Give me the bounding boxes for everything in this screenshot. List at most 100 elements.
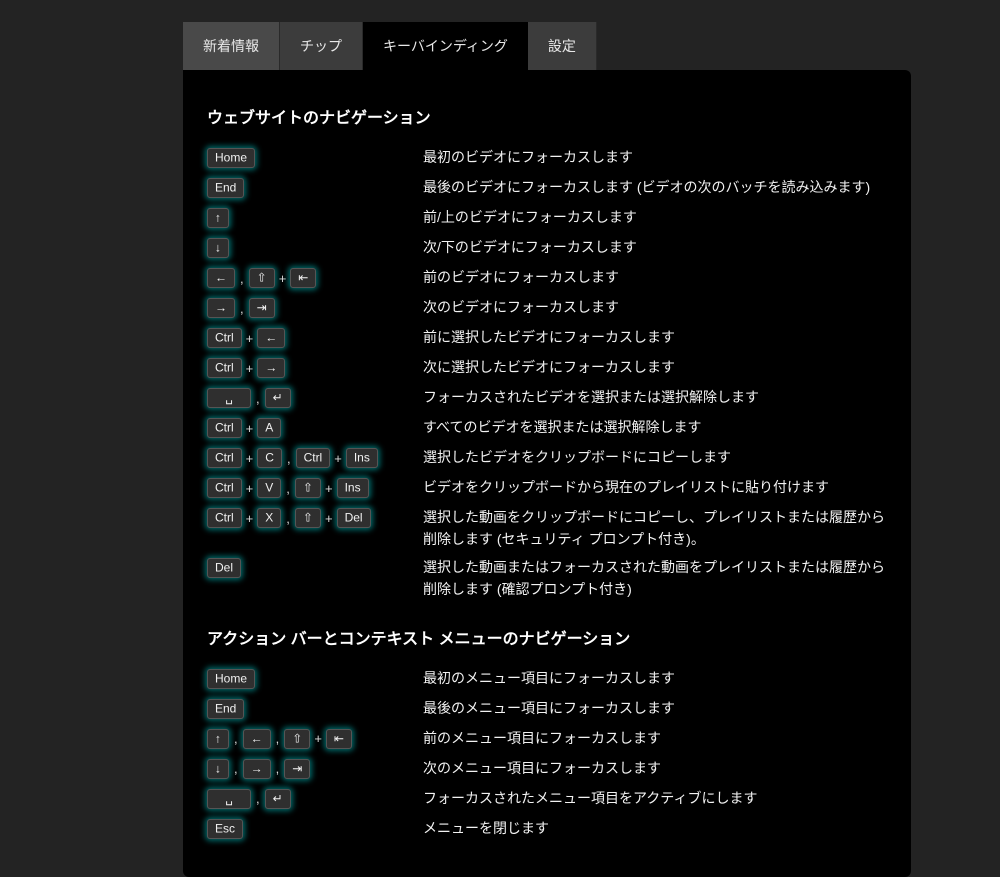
key-↓: ↓ <box>207 238 229 258</box>
keybinding-description: 前に選択したビデオにフォーカスします <box>423 326 887 349</box>
key-Ctrl: Ctrl <box>207 358 242 378</box>
combo-separator: , <box>229 761 243 776</box>
key-⇤: ⇤ <box>290 268 316 288</box>
key-Ins: Ins <box>337 478 369 498</box>
keybindings-content: ウェブサイトのナビゲーションHome最初のビデオにフォーカスしますEnd最後のビ… <box>183 70 911 877</box>
key-␣: ␣ <box>207 388 251 408</box>
key-joiner: + <box>242 511 258 526</box>
key-⇧: ⇧ <box>249 268 275 288</box>
key-joiner: + <box>330 451 346 466</box>
key-Ctrl: Ctrl <box>207 508 242 528</box>
keybinding-row: Ctrl+→ 次に選択したビデオにフォーカスします <box>207 356 887 380</box>
combo-separator: , <box>281 511 295 526</box>
combo-separator: , <box>229 731 243 746</box>
key-Del: Del <box>337 508 371 528</box>
key-Ins: Ins <box>346 448 378 468</box>
keybinding-row: ↓ 次/下のビデオにフォーカスします <box>207 236 887 260</box>
key-combo: End <box>207 176 423 200</box>
key-C: C <box>257 448 282 468</box>
key-→: → <box>207 298 235 318</box>
keybinding-row: ␣,↵フォーカスされたメニュー項目をアクティブにします <box>207 787 887 811</box>
keybinding-description: フォーカスされたビデオを選択または選択解除します <box>423 386 887 409</box>
key-Del: Del <box>207 558 241 578</box>
keybinding-row: Ctrl+←前に選択したビデオにフォーカスします <box>207 326 887 350</box>
key-joiner: + <box>242 481 258 496</box>
key-→: → <box>257 358 285 378</box>
key-End: End <box>207 699 244 719</box>
key-joiner: + <box>321 481 337 496</box>
key-Esc: Esc <box>207 819 243 839</box>
key-joiner: + <box>242 331 258 346</box>
keybinding-row: End最後のメニュー項目にフォーカスします <box>207 697 887 721</box>
key-←: ← <box>243 729 271 749</box>
keybinding-description: 前のメニュー項目にフォーカスします <box>423 727 887 750</box>
tab-0[interactable]: 新着情報 <box>183 22 280 70</box>
tab-1[interactable]: チップ <box>280 22 363 70</box>
key-combo: →,⇥ <box>207 296 423 320</box>
section-title: アクション バーとコンテキスト メニューのナビゲーション <box>207 625 887 649</box>
keybinding-description: 選択した動画をクリップボードにコピーし、プレイリストまたは履歴から削除します (… <box>423 506 887 550</box>
key-↵: ↵ <box>265 388 291 408</box>
tab-3[interactable]: 設定 <box>528 22 597 70</box>
key-combo: Home <box>207 146 423 170</box>
keybinding-row: Ctrl+V,⇧+Insビデオをクリップボードから現在のプレイリストに貼り付けま… <box>207 476 887 500</box>
keybinding-description: 最初のメニュー項目にフォーカスします <box>423 667 887 690</box>
tab-2[interactable]: キーバインディング <box>363 22 528 70</box>
tab-bar: 新着情報チップキーバインディング設定 <box>183 22 911 70</box>
combo-separator: , <box>235 271 249 286</box>
keybinding-row: Home 最初のビデオにフォーカスします <box>207 146 887 170</box>
keybinding-description: メニューを閉じます <box>423 817 887 840</box>
keybinding-description: 最初のビデオにフォーカスします <box>423 146 887 169</box>
key-␣: ␣ <box>207 789 251 809</box>
combo-separator: , <box>282 451 296 466</box>
keybinding-row: →,⇥次のビデオにフォーカスします <box>207 296 887 320</box>
combo-separator: , <box>251 791 265 806</box>
key-joiner: + <box>242 421 258 436</box>
keybinding-row: ←,⇧+⇤ 前のビデオにフォーカスします <box>207 266 887 290</box>
key-A: A <box>257 418 281 438</box>
section-title: ウェブサイトのナビゲーション <box>207 104 887 128</box>
key-Ctrl: Ctrl <box>207 478 242 498</box>
combo-separator: , <box>251 391 265 406</box>
key-→: → <box>243 759 271 779</box>
key-Home: Home <box>207 148 255 168</box>
key-Ctrl: Ctrl <box>207 328 242 348</box>
key-↵: ↵ <box>265 789 291 809</box>
combo-separator: , <box>271 731 285 746</box>
keybinding-description: 最後のビデオにフォーカスします (ビデオの次のバッチを読み込みます) <box>423 176 887 199</box>
key-⇧: ⇧ <box>284 729 310 749</box>
key-⇧: ⇧ <box>295 508 321 528</box>
keybinding-description: 次に選択したビデオにフォーカスします <box>423 356 887 379</box>
key-joiner: + <box>275 271 291 286</box>
key-combo: Esc <box>207 817 423 841</box>
key-⇥: ⇥ <box>249 298 275 318</box>
keybinding-description: 次/下のビデオにフォーカスします <box>423 236 887 259</box>
keybinding-description: 前のビデオにフォーカスします <box>423 266 887 289</box>
key-←: ← <box>207 268 235 288</box>
keybinding-description: 次のメニュー項目にフォーカスします <box>423 757 887 780</box>
key-combo: Del <box>207 556 423 580</box>
key-⇤: ⇤ <box>326 729 352 749</box>
key-Ctrl: Ctrl <box>296 448 331 468</box>
keybinding-description: ビデオをクリップボードから現在のプレイリストに貼り付けます <box>423 476 887 499</box>
keybinding-row: ↑,←,⇧+⇤前のメニュー項目にフォーカスします <box>207 727 887 751</box>
keybinding-row: End最後のビデオにフォーカスします (ビデオの次のバッチを読み込みます) <box>207 176 887 200</box>
combo-separator: , <box>281 481 295 496</box>
key-combo: ↓,→,⇥ <box>207 757 423 781</box>
key-Ctrl: Ctrl <box>207 418 242 438</box>
keybinding-row: Ctrl+C,Ctrl+Ins選択したビデオをクリップボードにコピーします <box>207 446 887 470</box>
key-V: V <box>257 478 281 498</box>
key-↑: ↑ <box>207 729 229 749</box>
key-joiner: + <box>321 511 337 526</box>
key-combo: ↑,←,⇧+⇤ <box>207 727 423 751</box>
keybinding-row: ␣,↵ フォーカスされたビデオを選択または選択解除します <box>207 386 887 410</box>
keybinding-row: Del選択した動画またはフォーカスされた動画をプレイリストまたは履歴から削除しま… <box>207 556 887 600</box>
keybinding-row: Ctrl+X,⇧+Del選択した動画をクリップボードにコピーし、プレイリストまた… <box>207 506 887 550</box>
key-combo: Ctrl+A <box>207 416 423 440</box>
key-combo: Ctrl+C,Ctrl+Ins <box>207 446 423 470</box>
key-joiner: + <box>242 361 258 376</box>
keybinding-row: ↑前/上のビデオにフォーカスします <box>207 206 887 230</box>
keybinding-description: 選択したビデオをクリップボードにコピーします <box>423 446 887 469</box>
key-combo: ↓ <box>207 236 423 260</box>
key-combo: Home <box>207 667 423 691</box>
